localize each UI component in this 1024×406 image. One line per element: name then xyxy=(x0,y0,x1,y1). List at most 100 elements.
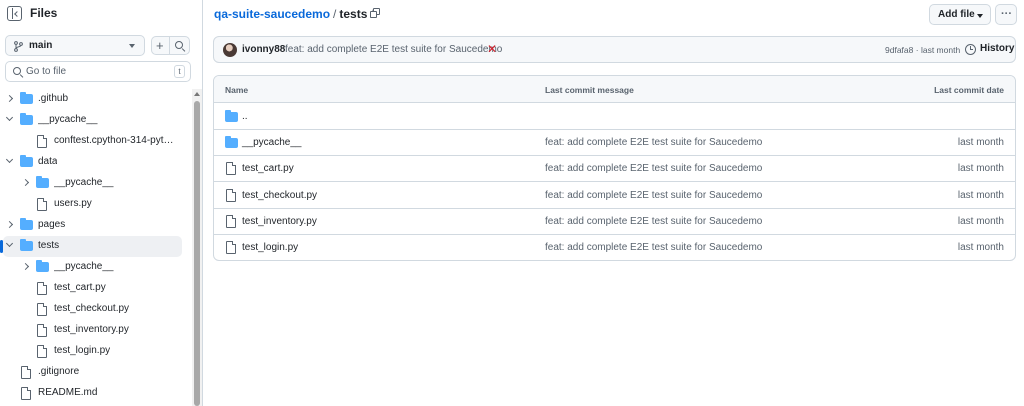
row-commit-date: last month xyxy=(957,137,1004,149)
add-file-label: Add file xyxy=(938,9,975,20)
commit-author-link[interactable]: ivonny88 xyxy=(242,44,285,55)
tree-item[interactable]: __pycache__ xyxy=(3,110,182,131)
commit-sha[interactable]: 9dfafa8 xyxy=(885,45,913,55)
table-row[interactable]: .. xyxy=(214,104,1015,130)
breadcrumb-repo-link[interactable]: qa-suite-saucedemo xyxy=(214,7,330,21)
collapse-sidebar-icon[interactable] xyxy=(7,6,22,21)
tree-item[interactable]: README.md xyxy=(3,383,182,404)
tree-item[interactable]: users.py xyxy=(3,194,182,215)
file-icon xyxy=(226,188,236,202)
table-row[interactable]: test_cart.py feat: add complete E2E test … xyxy=(214,156,1015,183)
go-to-file-box[interactable]: t xyxy=(5,61,191,82)
row-commit-message-link[interactable]: feat: add complete E2E test suite for Sa… xyxy=(545,163,762,174)
table-header: Name Last commit message Last commit dat… xyxy=(214,76,1015,103)
row-commit-message-link[interactable]: feat: add complete E2E test suite for Sa… xyxy=(545,190,762,201)
history-button[interactable]: History xyxy=(980,43,1014,54)
row-name-link[interactable]: test_login.py xyxy=(242,242,298,253)
tree-item-label: test_login.py xyxy=(54,345,111,356)
table-row[interactable]: __pycache__ feat: add complete E2E test s… xyxy=(214,130,1015,157)
commit-time: last month xyxy=(920,45,961,55)
file-icon xyxy=(226,162,236,176)
chevron-right-icon[interactable] xyxy=(5,220,14,229)
commit-message-link[interactable]: feat: add complete E2E test suite for Sa… xyxy=(285,44,502,55)
check-failed-icon[interactable]: ✕ xyxy=(487,42,497,56)
scroll-up-arrow-icon[interactable] xyxy=(194,92,200,96)
header-last-commit-message: Last commit message xyxy=(545,85,634,95)
row-commit-message-link[interactable]: feat: add complete E2E test suite for Sa… xyxy=(545,137,762,148)
add-file-button[interactable]: + xyxy=(151,36,169,55)
row-commit-date: last month xyxy=(957,242,1004,253)
branch-selector-button[interactable]: main xyxy=(5,35,145,56)
tree-item-label: tests xyxy=(38,240,60,251)
breadcrumb: qa-suite-saucedemo/tests/ xyxy=(214,7,377,21)
add-file-dropdown-button[interactable]: Add file xyxy=(929,4,991,25)
author-avatar[interactable] xyxy=(223,43,237,57)
row-name-link[interactable]: test_inventory.py xyxy=(242,216,317,227)
chevron-down-icon[interactable] xyxy=(5,239,14,248)
folder-icon xyxy=(36,176,49,188)
kebab-horizontal-icon: ··· xyxy=(1001,8,1012,20)
row-name-link[interactable]: .. xyxy=(242,111,248,122)
latest-commit-bar: ivonny88 feat: add complete E2E test sui… xyxy=(213,36,1016,63)
tree-item-label: __pycache__ xyxy=(38,114,98,125)
tree-item[interactable]: conftest.cpython-314-pytest-8.3.... xyxy=(3,131,182,152)
file-icon xyxy=(21,387,31,400)
go-to-file-input[interactable] xyxy=(26,63,166,80)
sidebar-title: Files xyxy=(30,6,58,20)
tree-item[interactable]: __pycache__ xyxy=(3,257,182,278)
search-files-button[interactable] xyxy=(169,36,190,55)
tree-item[interactable]: data xyxy=(3,152,182,173)
chevron-right-icon[interactable] xyxy=(21,262,30,271)
scrollbar-thumb[interactable] xyxy=(194,101,200,406)
table-row[interactable]: test_login.py feat: add complete E2E test… xyxy=(214,235,1015,260)
chevron-right-icon[interactable] xyxy=(21,178,30,187)
tree-item[interactable]: test_checkout.py xyxy=(3,299,182,320)
row-name-link[interactable]: test_checkout.py xyxy=(242,190,317,201)
breadcrumb-separator: / xyxy=(333,7,337,21)
row-name-link[interactable]: __pycache__ xyxy=(242,137,302,148)
tree-item[interactable]: .gitignore xyxy=(3,362,182,383)
tree-item[interactable]: test_cart.py xyxy=(3,278,182,299)
folder-icon xyxy=(36,260,49,272)
chevron-down-icon[interactable] xyxy=(5,155,14,164)
tree-item-label: conftest.cpython-314-pytest-8.3.... xyxy=(54,135,178,146)
file-tree-sidebar: Files main + t .github__pycache__conftes… xyxy=(0,0,203,406)
file-icon xyxy=(37,324,47,337)
tree-item-label: pages xyxy=(38,219,66,230)
header-name: Name xyxy=(225,85,249,95)
header-last-commit-date: Last commit date xyxy=(934,85,1004,95)
commit-meta: 9dfafa8 · last month xyxy=(885,45,960,55)
tree-item[interactable]: __pycache__ xyxy=(3,173,182,194)
folder-icon xyxy=(20,113,33,125)
file-icon xyxy=(37,282,47,295)
tree-item[interactable]: tests xyxy=(0,236,182,257)
folder-icon xyxy=(20,218,33,230)
row-name-link[interactable]: test_cart.py xyxy=(242,163,294,174)
more-options-button[interactable]: ··· xyxy=(995,4,1017,25)
row-commit-message-link[interactable]: feat: add complete E2E test suite for Sa… xyxy=(545,216,762,227)
chevron-down-icon[interactable] xyxy=(5,113,14,122)
chevron-right-icon[interactable] xyxy=(5,94,14,103)
breadcrumb-current: tests xyxy=(339,7,368,21)
tree-item-label: test_inventory.py xyxy=(54,324,129,335)
copy-path-icon[interactable] xyxy=(370,8,381,19)
file-icon xyxy=(37,345,47,358)
file-icon xyxy=(226,241,236,254)
directory-contents-table: Name Last commit message Last commit dat… xyxy=(213,75,1016,261)
search-icon xyxy=(175,41,183,49)
table-row[interactable]: test_checkout.py feat: add complete E2E t… xyxy=(214,183,1015,209)
table-row[interactable]: test_inventory.py feat: add complete E2E … xyxy=(214,209,1015,235)
row-commit-message-link[interactable]: feat: add complete E2E test suite for Sa… xyxy=(545,242,762,253)
tree-item-label: __pycache__ xyxy=(54,177,114,188)
row-commit-date: last month xyxy=(957,215,1004,227)
tree-item-label: test_checkout.py xyxy=(54,303,130,314)
tree-item-label: test_cart.py xyxy=(54,282,106,293)
keyboard-shortcut-hint: t xyxy=(174,65,185,78)
tree-item[interactable]: pages xyxy=(3,215,182,236)
sidebar-scrollbar[interactable] xyxy=(192,89,202,406)
history-clock-icon xyxy=(965,44,976,55)
tree-item[interactable]: test_login.py xyxy=(3,341,182,362)
file-icon xyxy=(226,214,236,228)
tree-item[interactable]: .github xyxy=(3,89,182,110)
tree-item[interactable]: test_inventory.py xyxy=(3,320,182,341)
